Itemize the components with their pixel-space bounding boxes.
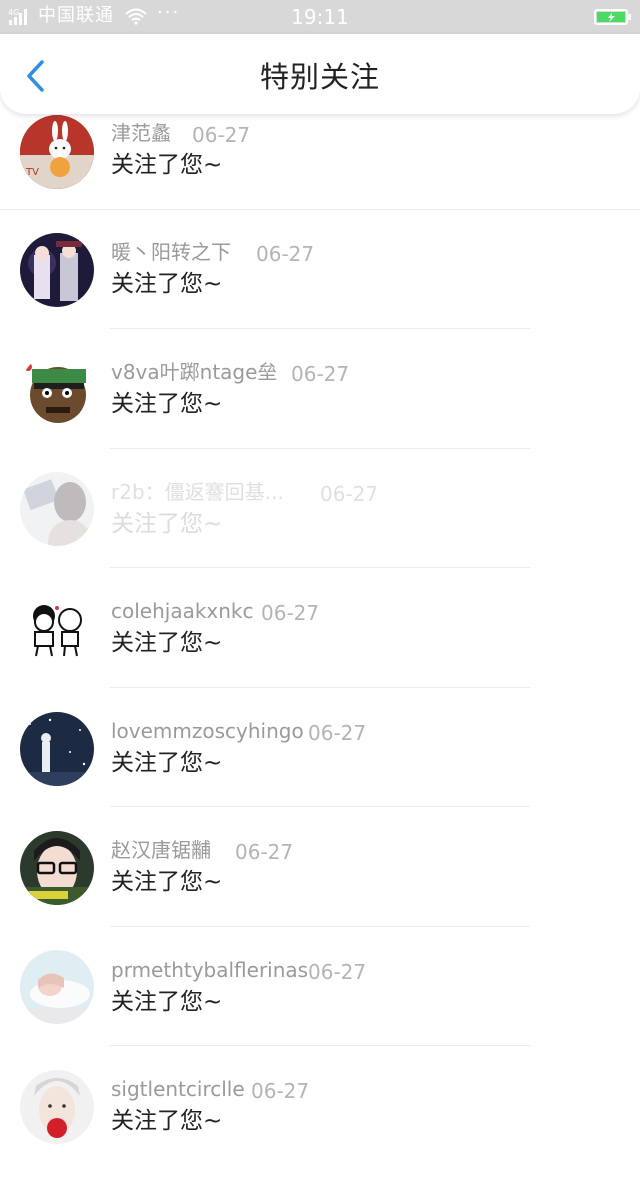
list-item[interactable]: 赵汉唐锯黼 06-27 关注了您~	[0, 828, 640, 947]
username[interactable]: prmethtybalflerinas	[111, 958, 308, 982]
divider	[110, 1045, 530, 1046]
avatar[interactable]	[20, 712, 94, 786]
status-bar: 4G 中国联通 ··· 19:11	[0, 0, 640, 34]
divider	[110, 328, 530, 329]
date: 06-27	[308, 960, 367, 984]
date: 06-27	[261, 601, 320, 625]
username[interactable]: r2b：僵返謇回基...	[111, 480, 284, 504]
clock: 19:11	[291, 5, 349, 29]
divider	[110, 687, 530, 688]
date: 06-27	[251, 1079, 310, 1103]
divider	[110, 806, 530, 807]
username[interactable]: sigtlentcirclle	[111, 1077, 245, 1101]
message: 关注了您~	[111, 869, 223, 895]
date: 06-27	[235, 840, 294, 864]
avatar[interactable]	[20, 1070, 94, 1144]
message: 关注了您~	[111, 271, 223, 297]
date: 06-27	[192, 123, 251, 147]
date: 06-27	[256, 242, 315, 266]
avatar[interactable]	[20, 831, 94, 905]
avatar[interactable]	[20, 233, 94, 307]
date: 06-27	[308, 721, 367, 745]
list-item[interactable]: TV 津范蠡 06-27 关注了您~	[0, 111, 640, 230]
message: 关注了您~	[111, 750, 223, 776]
page-title: 特别关注	[259, 60, 380, 94]
list-item[interactable]: 暖丶阳转之下 06-27 关注了您~	[0, 230, 640, 349]
divider	[110, 567, 530, 568]
list-item[interactable]: colehjaakxnkc 06-27 关注了您~	[0, 589, 640, 708]
avatar[interactable]: TV	[20, 115, 94, 189]
message: 关注了您~	[111, 630, 223, 656]
username[interactable]: v8va叶踯ntage垒	[111, 360, 277, 384]
list-item[interactable]: r2b：僵返謇回基... 06-27 关注了您~	[0, 470, 640, 589]
date: 06-27	[291, 362, 350, 386]
username[interactable]: 津范蠡	[111, 121, 171, 145]
message: 关注了您~	[111, 511, 223, 537]
list-item[interactable]: prmethtybalflerinas 06-27 关注了您~	[0, 948, 640, 1067]
avatar[interactable]	[20, 592, 94, 666]
list-item[interactable]: v8va叶踯ntage垒 06-27 关注了您~	[0, 350, 640, 469]
list-item[interactable]: sigtlentcirclle 06-27 关注了您~	[0, 1067, 640, 1186]
message: 关注了您~	[111, 989, 223, 1015]
message: 关注了您~	[111, 1108, 223, 1134]
message: 关注了您~	[111, 391, 223, 417]
divider	[110, 926, 530, 927]
avatar[interactable]	[20, 472, 94, 546]
username[interactable]: lovemmzoscyhingo	[111, 719, 304, 743]
list-item[interactable]: lovemmzoscyhingo 06-27 关注了您~	[0, 709, 640, 828]
follow-list: TV 津范蠡 06-27 关注了您~ 暖丶阳转之下 06-27 关注了您~ v8…	[0, 0, 640, 1144]
divider	[110, 448, 530, 449]
date: 06-27	[320, 482, 379, 506]
divider	[0, 209, 640, 210]
avatar[interactable]	[20, 353, 94, 427]
nav-bar: 特别关注	[0, 34, 640, 114]
message: 关注了您~	[111, 152, 223, 178]
avatar[interactable]	[20, 950, 94, 1024]
svg-text:TV: TV	[25, 167, 39, 178]
battery-icon	[594, 9, 631, 25]
username[interactable]: 赵汉唐锯黼	[111, 838, 211, 862]
username[interactable]: 暖丶阳转之下	[111, 240, 231, 264]
username[interactable]: colehjaakxnkc	[111, 599, 254, 623]
